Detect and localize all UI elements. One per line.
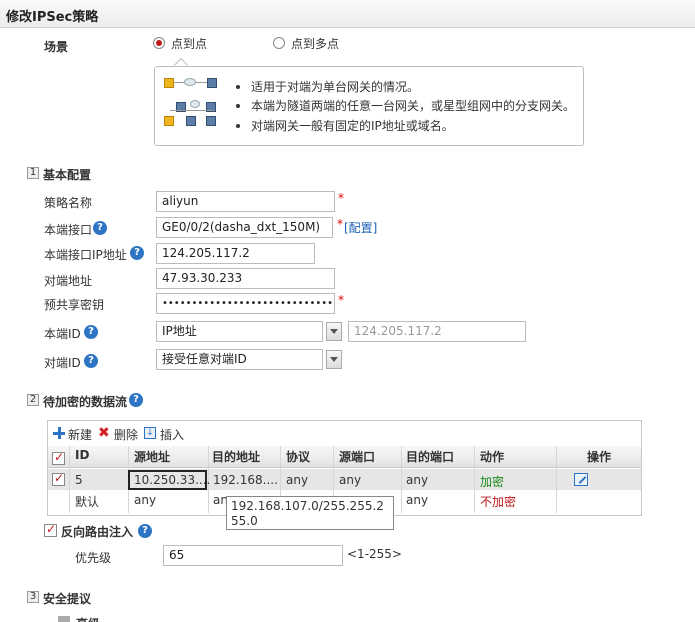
required-marker: * (338, 191, 344, 205)
help-icon[interactable]: ? (138, 524, 152, 538)
section-3-number: 3 (27, 591, 39, 603)
table-cell-dst[interactable]: 192.168.... (213, 473, 278, 487)
info-line-2: 本端为隧道两端的任意一台网关，或星型组网中的分支网关。 (251, 99, 576, 113)
dialog-titlebar: 修改IPSec策略 (0, 0, 695, 28)
psk-input[interactable]: •••••••••••••••••••••••••••••••• (156, 293, 335, 314)
policy-name-input[interactable]: aliyun (156, 191, 335, 212)
info-line-3: 对端网关一般有固定的IP地址或域名。 (251, 119, 454, 133)
local-interface-select[interactable]: GE0/0/2(dasha_dxt_150M) (156, 217, 333, 238)
section-1-title: 基本配置 (43, 168, 92, 182)
dialog-title: 修改IPSec策略 (6, 10, 99, 25)
table-cell-action-no-encrypt: 不加密 (480, 495, 517, 509)
priority-range-hint: <1-255> (347, 547, 402, 561)
column-header-id[interactable]: ID (75, 448, 89, 462)
row-checkbox[interactable] (52, 471, 65, 486)
help-icon[interactable]: ? (93, 221, 107, 235)
config-link[interactable]: [配置] (344, 219, 377, 236)
column-header-protocol[interactable]: 协议 (286, 448, 310, 465)
local-id-value-input: 124.205.117.2 (348, 321, 526, 342)
new-button[interactable]: 新建 (68, 426, 92, 443)
radio-point-to-multipoint[interactable] (273, 37, 285, 49)
advanced-label[interactable]: 高级 (76, 615, 100, 622)
peer-address-input[interactable]: 47.93.30.233 (156, 268, 335, 289)
peer-id-label: 对端ID (44, 356, 81, 370)
priority-label: 优先级 (75, 551, 112, 565)
local-ip-input[interactable]: 124.205.117.2 (156, 243, 315, 264)
local-id-label: 本端ID (44, 327, 81, 341)
policy-name-label: 策略名称 (44, 196, 93, 210)
table-cell-src-focused[interactable]: 10.250.33.... (128, 470, 210, 490)
select-all-checkbox[interactable] (52, 450, 65, 465)
table-cell-dst-port: any (406, 473, 429, 487)
radio-point-to-point-label[interactable]: 点到点 (171, 35, 207, 52)
table-cell-protocol: any (286, 473, 309, 487)
reverse-route-label: 反向路由注入 (61, 525, 134, 539)
column-header-operation[interactable]: 操作 (587, 448, 611, 465)
edit-icon[interactable] (574, 473, 588, 486)
priority-input[interactable]: 65 (163, 545, 343, 566)
column-header-src[interactable]: 源地址 (134, 448, 170, 465)
insert-button[interactable]: 插入 (160, 426, 184, 443)
scenario-label: 场景 (44, 40, 69, 54)
peer-id-select[interactable]: 接受任意对端ID (156, 349, 323, 370)
peer-address-label: 对端地址 (44, 274, 93, 288)
reverse-route-checkbox[interactable] (44, 522, 57, 537)
required-marker: * (338, 293, 344, 307)
section-1-number: 1 (27, 167, 39, 179)
help-icon[interactable]: ? (130, 246, 144, 260)
table-cell-id: 5 (75, 473, 83, 487)
section-2-title: 待加密的数据流 (43, 395, 128, 409)
info-line-1: 适用于对端为单台网关的情况。 (251, 80, 420, 94)
section-2-number: 2 (27, 394, 39, 406)
table-cell-id: 默认 (75, 495, 100, 509)
radio-point-to-point[interactable] (153, 37, 165, 49)
table-cell-src-port: any (339, 473, 362, 487)
psk-label: 预共享密钥 (44, 298, 105, 312)
column-header-action[interactable]: 动作 (480, 448, 504, 465)
address-tooltip: 192.168.107.0/255.255.255.0 (226, 496, 394, 530)
help-icon[interactable]: ? (129, 393, 143, 407)
info-bullet (236, 124, 240, 128)
insert-icon[interactable]: ↓ (144, 427, 156, 439)
local-ip-label: 本端接口IP地址 (44, 248, 127, 262)
delete-icon[interactable]: ✖ (98, 425, 110, 441)
delete-button[interactable]: 删除 (114, 426, 138, 443)
local-id-type-select[interactable]: IP地址 (156, 321, 323, 342)
info-bullet (236, 104, 240, 108)
table-cell-action-encrypt: 加密 (480, 475, 505, 489)
chevron-down-icon[interactable] (326, 322, 342, 341)
info-bullet (236, 85, 240, 89)
help-icon[interactable]: ? (84, 325, 98, 339)
required-marker: * (337, 217, 343, 231)
help-icon[interactable]: ? (84, 354, 98, 368)
chevron-down-icon[interactable] (326, 350, 342, 369)
table-cell-dst-port: any (406, 493, 429, 507)
table-cell-src: any (134, 493, 157, 507)
column-header-src-port[interactable]: 源端口 (339, 448, 375, 465)
column-header-dst[interactable]: 目的地址 (212, 448, 260, 465)
local-interface-label: 本端接口 (44, 223, 93, 237)
topology-diagram-icon (164, 76, 220, 132)
radio-point-to-multipoint-label[interactable]: 点到多点 (291, 35, 339, 52)
section-3-title: 安全提议 (43, 592, 92, 606)
add-icon[interactable] (53, 427, 65, 439)
column-header-dst-port[interactable]: 目的端口 (406, 448, 454, 465)
advanced-toggle-icon[interactable] (58, 616, 70, 622)
